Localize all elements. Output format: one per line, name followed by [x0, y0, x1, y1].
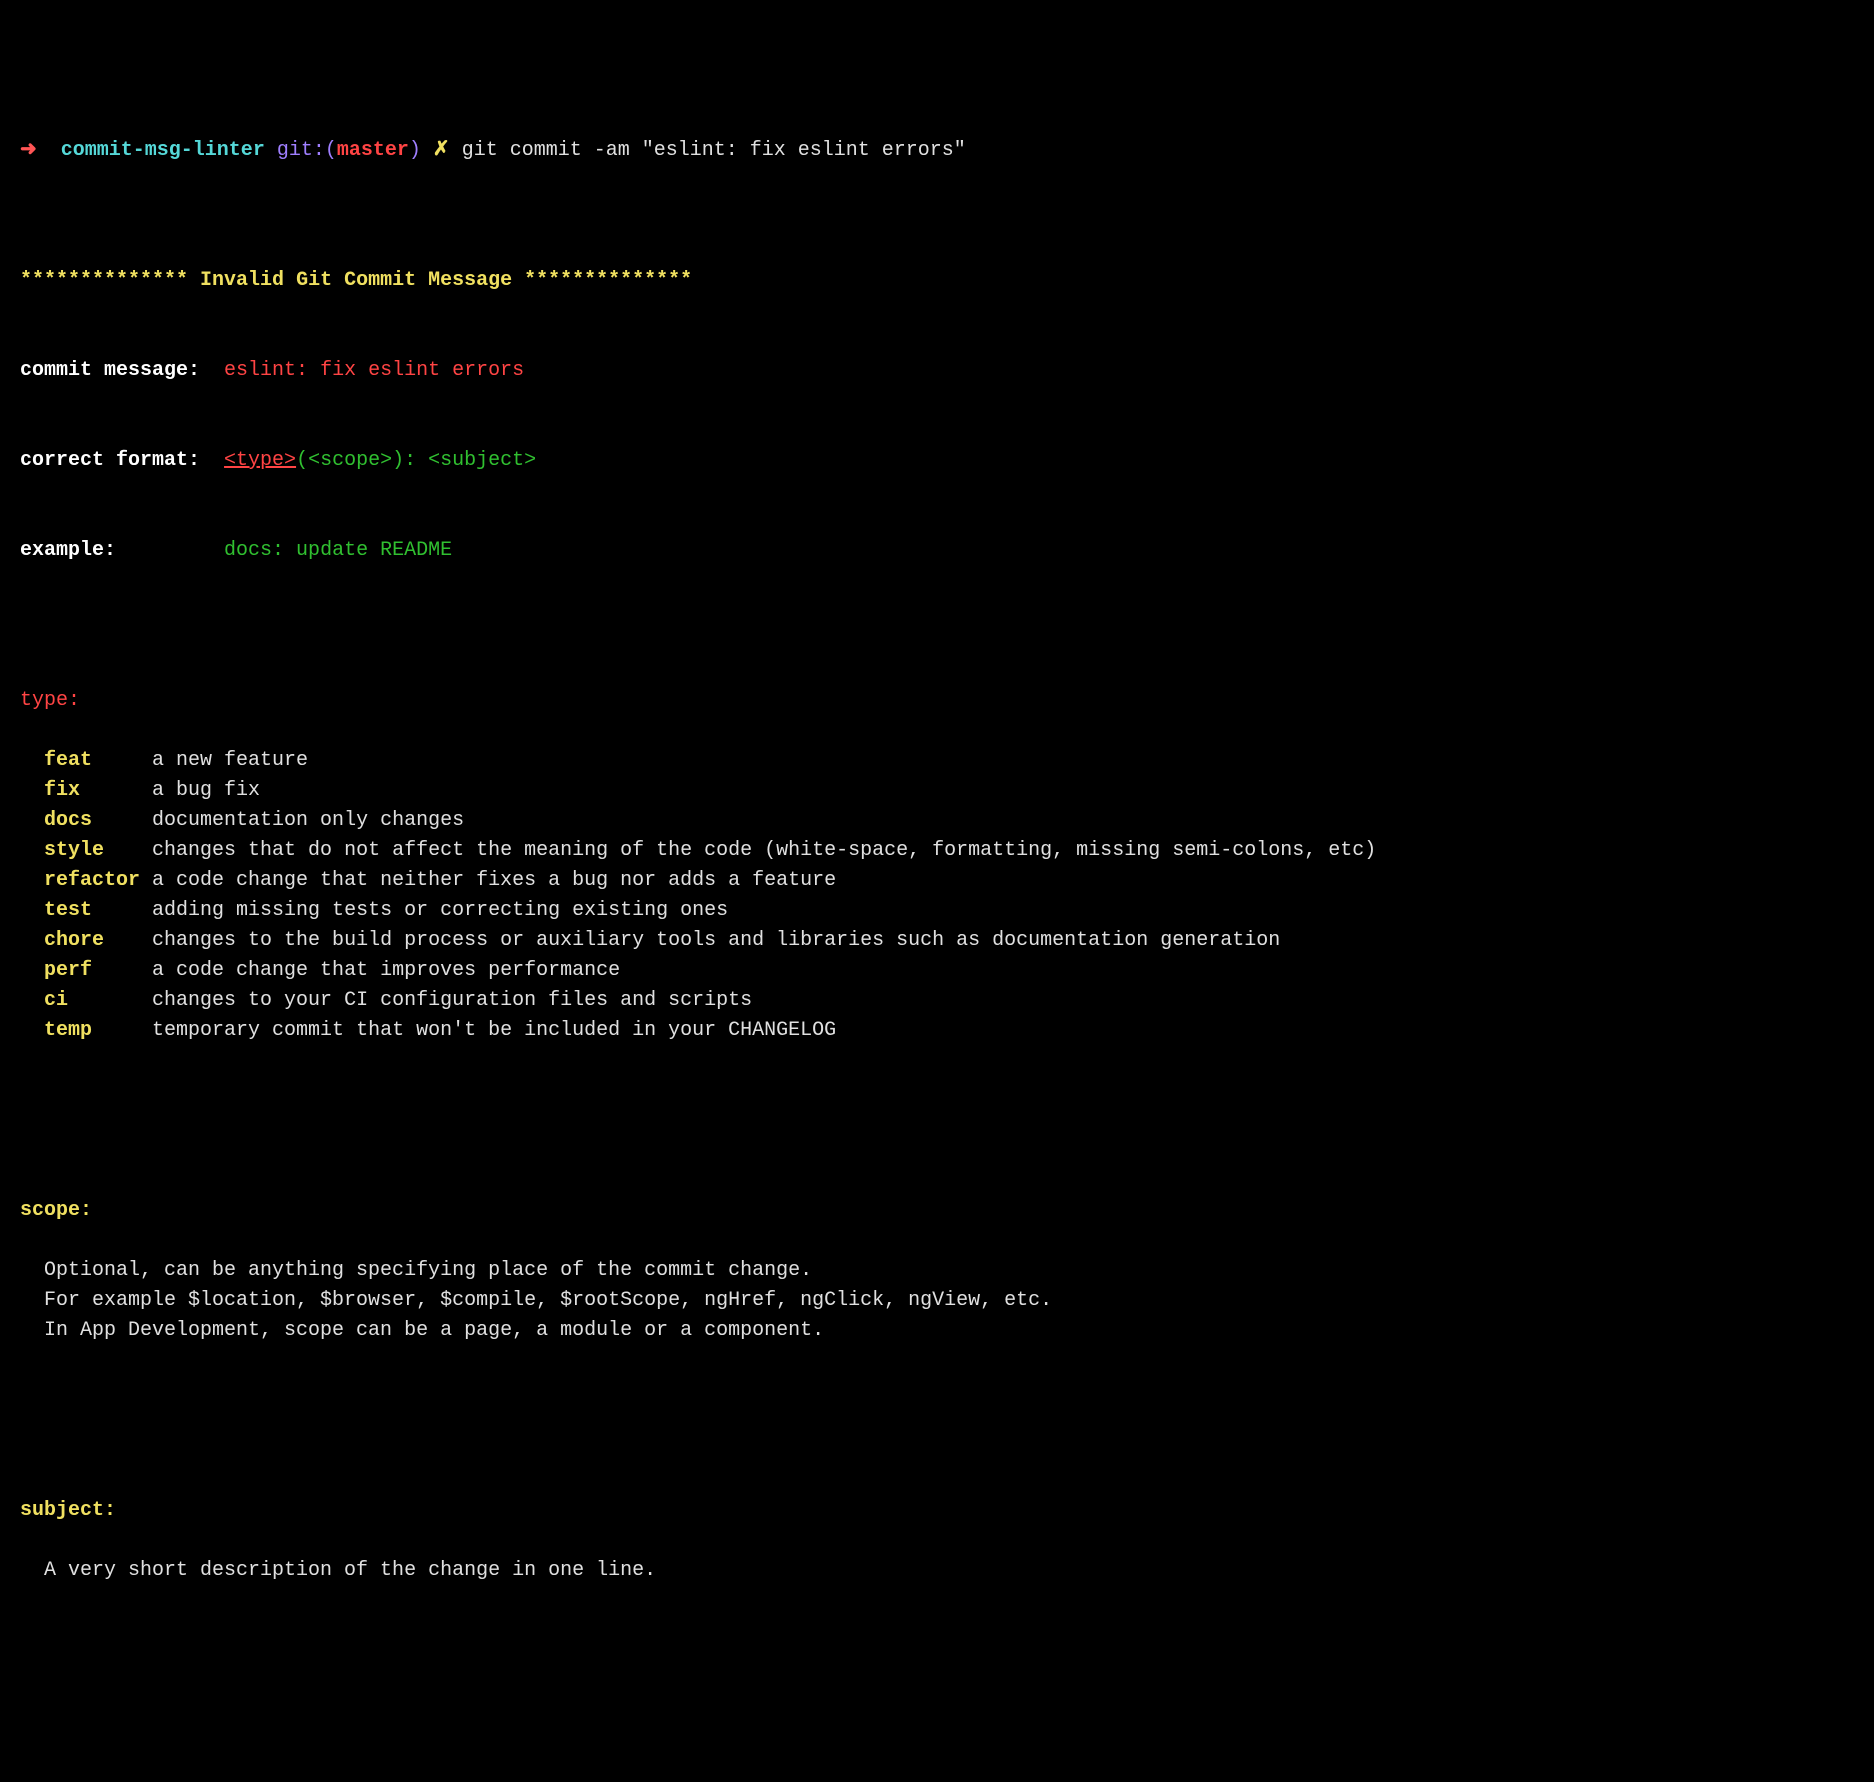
type-row: fixa bug fix — [20, 776, 1854, 806]
banner-stars-right: ************** — [524, 269, 692, 292]
scope-line: For example $location, $browser, $compil… — [20, 1286, 1854, 1316]
example-value: docs: update README — [224, 539, 452, 562]
type-name: refactor — [44, 866, 152, 896]
scope-section: scope: Optional, can be anything specify… — [20, 1166, 1854, 1376]
type-row: feata new feature — [20, 746, 1854, 776]
subject-header: subject: — [20, 1496, 1854, 1526]
type-list: feata new feature fixa bug fix docsdocum… — [20, 746, 1854, 1046]
example-row: example: docs: update README — [20, 536, 1854, 566]
type-description: adding missing tests or correcting exist… — [152, 899, 728, 922]
type-row: refactora code change that neither fixes… — [20, 866, 1854, 896]
type-section: type: feata new feature fixa bug fix doc… — [20, 656, 1854, 1076]
type-header: type: — [20, 686, 1854, 716]
type-name: test — [44, 896, 152, 926]
error-banner: ************** Invalid Git Commit Messag… — [20, 266, 1854, 296]
type-name: feat — [44, 746, 152, 776]
git-prefix: git:( — [277, 139, 337, 162]
git-dirty-icon: ✗ — [433, 139, 450, 162]
scope-body: Optional, can be anything specifying pla… — [20, 1256, 1854, 1346]
git-suffix: ) — [409, 139, 421, 162]
correct-format-row: correct format: <type>(<scope>): <subjec… — [20, 446, 1854, 476]
type-row: perfa code change that improves performa… — [20, 956, 1854, 986]
type-description: temporary commit that won't be included … — [152, 1019, 836, 1042]
type-row: testadding missing tests or correcting e… — [20, 896, 1854, 926]
type-row: temptemporary commit that won't be inclu… — [20, 1016, 1854, 1046]
type-name: docs — [44, 806, 152, 836]
scope-header: scope: — [20, 1196, 1854, 1226]
type-description: documentation only changes — [152, 809, 464, 832]
subject-line: A very short description of the change i… — [20, 1556, 1854, 1586]
type-name: chore — [44, 926, 152, 956]
format-rest: (<scope>): <subject> — [296, 449, 536, 472]
prompt-arrow-icon: ➜ — [20, 139, 37, 162]
command-text[interactable]: git commit -am "eslint: fix eslint error… — [462, 139, 966, 162]
type-description: a code change that neither fixes a bug n… — [152, 869, 836, 892]
shell-prompt: ➜ commit-msg-linter git:(master) ✗ git c… — [20, 136, 1854, 166]
git-branch: master — [337, 139, 409, 162]
prompt-directory: commit-msg-linter — [61, 139, 265, 162]
type-description: a code change that improves performance — [152, 959, 620, 982]
scope-line: Optional, can be anything specifying pla… — [20, 1256, 1854, 1286]
type-row: docsdocumentation only changes — [20, 806, 1854, 836]
type-name: perf — [44, 956, 152, 986]
type-name: fix — [44, 776, 152, 806]
correct-format-label: correct format: — [20, 446, 212, 476]
type-description: changes that do not affect the meaning o… — [152, 839, 1376, 862]
commit-message-row: commit message: eslint: fix eslint error… — [20, 356, 1854, 386]
type-name: ci — [44, 986, 152, 1016]
banner-title: Invalid Git Commit Message — [200, 269, 512, 292]
example-label: example: — [20, 536, 212, 566]
type-description: changes to the build process or auxiliar… — [152, 929, 1280, 952]
type-description: changes to your CI configuration files a… — [152, 989, 752, 1012]
commit-message-label: commit message: — [20, 356, 212, 386]
subject-section: subject: A very short description of the… — [20, 1466, 1854, 1616]
format-type-token: <type> — [224, 449, 296, 472]
type-row: cichanges to your CI configuration files… — [20, 986, 1854, 1016]
type-row: stylechanges that do not affect the mean… — [20, 836, 1854, 866]
commit-message-value: eslint: fix eslint errors — [224, 359, 524, 382]
type-name: style — [44, 836, 152, 866]
banner-stars-left: ************** — [20, 269, 188, 292]
type-description: a new feature — [152, 749, 308, 772]
type-description: a bug fix — [152, 779, 260, 802]
scope-line: In App Development, scope can be a page,… — [20, 1316, 1854, 1346]
subject-body: A very short description of the change i… — [20, 1556, 1854, 1586]
type-row: chorechanges to the build process or aux… — [20, 926, 1854, 956]
type-name: temp — [44, 1016, 152, 1046]
